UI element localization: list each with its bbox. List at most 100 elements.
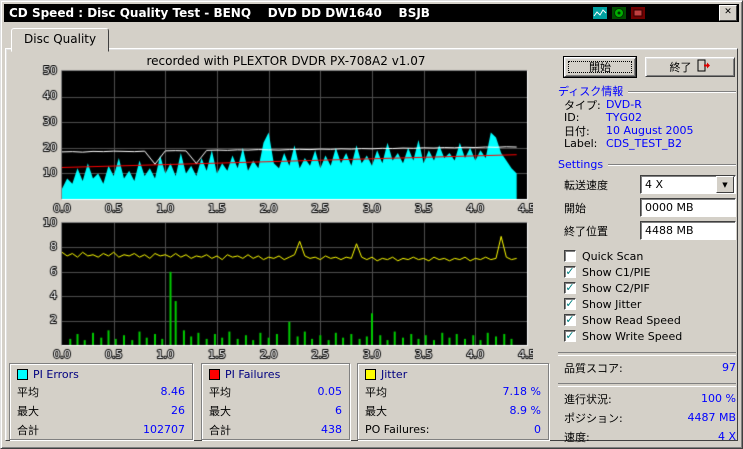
check-icon: ✓: [565, 296, 575, 310]
pi-failures-jitter-chart: [28, 217, 533, 366]
start-position-input[interactable]: [640, 198, 736, 217]
jitter-legend: Jitter 平均 7.18 % 最大 8.9 % PO Failures: 0: [357, 363, 549, 440]
transfer-speed-label: 転送速度: [564, 178, 608, 192]
end-position-input[interactable]: [640, 221, 736, 240]
pi-failures-legend: PI Failures 平均 0.05 最大 6 合計 438: [201, 363, 350, 440]
checkbox-label: Show Read Speed: [582, 313, 681, 327]
settings-title: Settings: [558, 157, 604, 171]
close-icon: ✕: [724, 7, 732, 17]
row-value: 102707: [143, 423, 185, 436]
checkbox-show-read-speed[interactable]: ✓ Show Read Speed: [564, 312, 736, 328]
checkbox-box[interactable]: [564, 250, 576, 262]
chart-tool-icon[interactable]: [592, 7, 608, 20]
exit-button[interactable]: 終了: [645, 57, 735, 77]
start-position-label: 開始: [564, 201, 586, 215]
section-divider-line: [608, 164, 736, 166]
legend-row-max: 最大 6: [209, 401, 342, 420]
checkbox-label: Show Write Speed: [582, 329, 683, 343]
row-value: 6: [335, 404, 342, 417]
pi-errors-swatch: [17, 368, 28, 380]
checkbox-label: Show C2/PIF: [582, 281, 650, 295]
checkbox-box[interactable]: ✓: [564, 330, 576, 342]
disc-icon[interactable]: [611, 7, 627, 20]
divider: [558, 352, 736, 356]
row-value: 438: [321, 423, 342, 436]
checkbox-box[interactable]: ✓: [564, 282, 576, 294]
exit-icon: [697, 59, 711, 75]
legend-row-average: 平均 7.18 %: [365, 382, 541, 401]
start-button[interactable]: 開始: [564, 57, 636, 77]
disc-info-row-date: 日付: 10 August 2005: [558, 124, 736, 138]
chevron-glyph: ▼: [722, 180, 728, 189]
progress-label: 進行状況:: [564, 392, 612, 406]
checkbox-group: Quick Scan ✓ Show C1/PIE ✓ Show C2/PIF ✓…: [558, 248, 736, 344]
row-value: 7.18 %: [502, 385, 541, 398]
quality-score-value: 97: [722, 361, 736, 374]
row-label: 合計: [17, 423, 39, 437]
checkbox-label: Show C1/PIE: [582, 265, 651, 279]
checkbox-box[interactable]: ✓: [564, 298, 576, 310]
jitter-swatch: [365, 368, 376, 380]
start-position-row: 開始: [558, 198, 736, 217]
pi-errors-legend: PI Errors 平均 8.46 最大 26 合計 102707: [9, 363, 193, 440]
row-label: 平均: [365, 385, 387, 399]
disc-info-row-type: タイプ: DVD-R: [558, 98, 736, 112]
close-button[interactable]: ✕: [719, 5, 737, 21]
speed-status-value: 4 X: [717, 430, 736, 443]
end-position-label: 終了位置: [564, 224, 608, 238]
tab-bar: Disc Quality: [5, 27, 110, 52]
check-icon: ✓: [565, 280, 575, 294]
speed-select[interactable]: 4 X ▼: [640, 175, 736, 194]
row-label: PO Failures:: [365, 423, 430, 436]
check-icon: ✓: [565, 264, 575, 278]
settings-section-header: Settings: [558, 157, 736, 171]
info-value: DVD-R: [606, 98, 642, 111]
quality-score-row: 品質スコア: 97: [558, 360, 736, 375]
start-button-label: 開始: [589, 61, 611, 74]
row-label: 合計: [209, 423, 231, 437]
legend-title: PI Failures: [225, 367, 281, 381]
checkbox-show-c2-pif[interactable]: ✓ Show C2/PIF: [564, 280, 736, 296]
info-value: 10 August 2005: [606, 124, 694, 137]
position-value: 4487 MB: [687, 411, 736, 424]
legend-title: Jitter: [381, 367, 408, 381]
position-row: ポジション: 4487 MB: [558, 410, 736, 425]
check-icon: ✓: [565, 328, 575, 342]
info-value: TYG02: [606, 111, 642, 124]
titlebar-icons: ✕: [592, 5, 739, 21]
position-label: ポジション:: [564, 411, 623, 425]
chevron-down-icon[interactable]: ▼: [716, 176, 734, 193]
checkbox-box[interactable]: ✓: [564, 266, 576, 278]
main-panel: recorded with PLEXTOR DVDR PX-708A2 v1.0…: [5, 48, 738, 444]
row-value: 0.05: [317, 385, 343, 398]
checkbox-show-write-speed[interactable]: ✓ Show Write Speed: [564, 328, 736, 344]
legend-header: PI Errors: [17, 366, 185, 382]
checkbox-show-jitter[interactable]: ✓ Show Jitter: [564, 296, 736, 312]
checkbox-label: Quick Scan: [582, 249, 644, 263]
checkbox-box[interactable]: ✓: [564, 314, 576, 326]
legend-row-total: 合計 438: [209, 420, 342, 439]
titlebar: CD Speed : Disc Quality Test - BENQ DVD …: [4, 4, 739, 22]
info-label: Label:: [564, 137, 598, 150]
row-value: 8.9 %: [509, 404, 541, 417]
row-label: 平均: [17, 385, 39, 399]
legend-row-average: 平均 0.05: [209, 382, 342, 401]
tab-disc-quality[interactable]: Disc Quality: [11, 28, 110, 52]
legend-header: Jitter: [365, 366, 541, 382]
legend-row-max: 最大 26: [17, 401, 185, 420]
checkbox-quick-scan[interactable]: Quick Scan: [564, 248, 736, 264]
legend-header: PI Failures: [209, 366, 342, 382]
end-position-row: 終了位置: [558, 221, 736, 240]
app-window: CD Speed : Disc Quality Test - BENQ DVD …: [0, 0, 743, 449]
speed-status-label: 速度:: [564, 430, 590, 444]
divider: [558, 383, 736, 387]
button-row: 開始 終了: [558, 57, 736, 77]
speed-select-value: 4 X: [645, 178, 664, 191]
pi-failures-swatch: [209, 368, 220, 380]
checkbox-show-c1-pie[interactable]: ✓ Show C1/PIE: [564, 264, 736, 280]
camera-icon[interactable]: [630, 7, 646, 20]
progress-value: 100 %: [701, 392, 736, 405]
row-label: 最大: [17, 404, 39, 418]
info-value: CDS_TEST_B2: [606, 137, 683, 150]
speed-status-row: 速度: 4 X: [558, 429, 736, 444]
